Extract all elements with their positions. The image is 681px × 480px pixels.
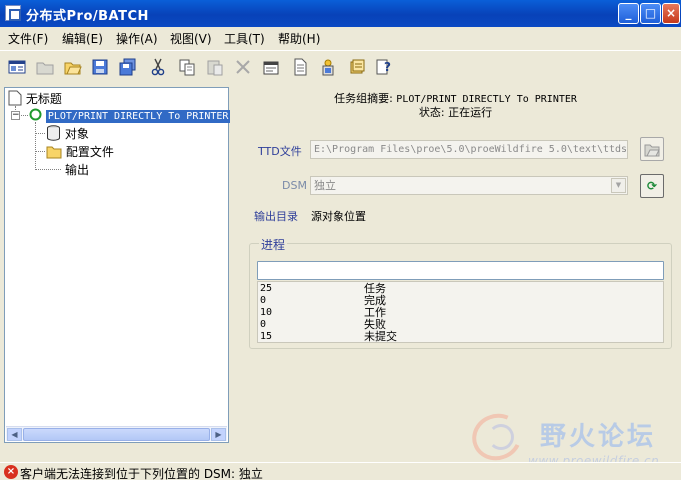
app-icon[interactable]: [5, 5, 21, 21]
menu-view[interactable]: 视图(V): [170, 30, 212, 47]
tree-item-label: 输出: [65, 163, 90, 177]
scroll-right-button[interactable]: ▶: [211, 428, 226, 441]
scroll-thumb[interactable]: [23, 428, 210, 441]
document-icon: [8, 90, 22, 106]
stat-count: 10: [260, 307, 273, 318]
stat-count: 0: [260, 319, 267, 330]
copy-icon[interactable]: [177, 57, 197, 77]
title-bar[interactable]: 分布式Pro/BATCH _ □ ×: [0, 0, 681, 27]
ttd-label: TTD文件: [258, 145, 302, 158]
stats-list: 25 任务 0 完成 10 工作 0 失败 15 未提交: [257, 281, 664, 343]
collapse-toggle[interactable]: −: [11, 111, 20, 120]
tree-item-label: 对象: [64, 127, 89, 141]
menu-help[interactable]: 帮助(H): [278, 30, 320, 47]
status-circle-icon: [29, 108, 42, 121]
delete-icon[interactable]: [233, 57, 253, 77]
help-icon[interactable]: ?: [374, 57, 394, 77]
tree-item-config[interactable]: 配置文件: [46, 143, 114, 160]
details-panel: 任务组摘要: PLOT/PRINT DIRECTLY To PRINTER 状态…: [230, 87, 681, 457]
menu-tools[interactable]: 工具(T): [224, 30, 265, 47]
status-message: 客户端无法连接到位于下列位置的 DSM: 独立: [20, 465, 263, 480]
progress-bar: [257, 261, 664, 280]
stat-count: 25: [260, 283, 273, 294]
watermark-title: 野火论坛: [540, 422, 657, 452]
watermark: 野火论坛 www.proewildfire.cn: [465, 406, 675, 468]
open-icon[interactable]: [63, 57, 83, 77]
tree-item-label: 配置文件: [65, 145, 114, 159]
database-icon: [47, 125, 60, 141]
dsm-value: 独立: [314, 179, 336, 192]
status-bar: × 客户端无法连接到位于下列位置的 DSM: 独立: [0, 462, 681, 480]
open-folder-icon: [644, 144, 660, 157]
save-all-icon[interactable]: [118, 57, 138, 77]
stat-name: 未提交: [364, 330, 397, 343]
status-value: 正在运行: [448, 106, 493, 119]
tree-task-node[interactable]: PLOT/PRINT DIRECTLY To PRINTER: [29, 108, 231, 123]
menu-edit[interactable]: 编辑(E): [62, 30, 103, 47]
save-icon[interactable]: [90, 57, 110, 77]
menu-bar: 文件(F) 编辑(E) 操作(A) 视图(V) 工具(T) 帮助(H): [0, 27, 681, 48]
task-tree[interactable]: 无标题 − PLOT/PRINT DIRECTLY To PRINTER 对象 …: [4, 87, 231, 443]
tree-task-label: PLOT/PRINT DIRECTLY To PRINTER: [45, 110, 231, 123]
stat-count: 0: [260, 295, 267, 306]
status-label: 状态:: [418, 106, 445, 119]
task-summary: 任务组摘要: PLOT/PRINT DIRECTLY To PRINTER 状态…: [230, 92, 681, 119]
document-icon[interactable]: [290, 57, 310, 77]
browse-folder-button[interactable]: [640, 137, 664, 161]
window-icon[interactable]: [7, 57, 27, 77]
folder-icon: [46, 146, 62, 159]
open-folder-icon[interactable]: [35, 57, 55, 77]
error-icon: ×: [4, 465, 18, 479]
toolbar: ?: [0, 50, 681, 84]
paste-icon[interactable]: [205, 57, 225, 77]
summary-value: PLOT/PRINT DIRECTLY To PRINTER: [396, 94, 577, 105]
minimize-button[interactable]: _: [618, 3, 639, 24]
stat-row: 0 完成: [258, 295, 663, 307]
tree-root[interactable]: 无标题: [8, 90, 62, 107]
close-button[interactable]: ×: [662, 3, 680, 24]
status-message-value: 独立: [238, 467, 263, 480]
progress-title: 进程: [259, 236, 288, 253]
window-title: 分布式Pro/BATCH: [26, 9, 149, 24]
menu-action[interactable]: 操作(A): [116, 30, 158, 47]
menu-file[interactable]: 文件(F): [8, 30, 48, 47]
notes-icon[interactable]: [347, 57, 367, 77]
properties-icon[interactable]: [261, 57, 281, 77]
summary-label: 任务组摘要:: [334, 92, 393, 105]
stat-row: 10 工作: [258, 307, 663, 319]
output-dir-value: 源对象位置: [311, 210, 366, 223]
tree-item-object[interactable]: 对象: [46, 125, 89, 142]
tree-item-output[interactable]: 输出: [65, 161, 89, 178]
stat-row: 25 任务: [258, 283, 663, 295]
cut-icon[interactable]: [148, 57, 168, 77]
output-dir-label: 输出目录: [254, 210, 298, 223]
run-icon[interactable]: [318, 57, 338, 77]
status-message-text: 客户端无法连接到位于下列位置的 DSM:: [20, 467, 236, 480]
dsm-label: DSM: [282, 179, 307, 192]
stat-row: 0 失败: [258, 319, 663, 331]
dsm-select[interactable]: 独立 ▼: [310, 176, 628, 195]
progress-group: 进程 25 任务 0 完成 10 工作 0 失败 15 未提交: [249, 236, 672, 349]
stat-count: 15: [260, 331, 273, 342]
tree-horizontal-scrollbar[interactable]: ◀ ▶: [6, 426, 227, 441]
chevron-down-icon[interactable]: ▼: [611, 178, 626, 193]
maximize-button[interactable]: □: [640, 3, 661, 24]
svg-text:?: ?: [384, 60, 391, 74]
ttd-file-field[interactable]: E:\Program Files\proe\5.0\proeWildfire 5…: [310, 140, 628, 159]
tree-root-label: 无标题: [25, 92, 62, 106]
refresh-icon: ⟳: [646, 179, 658, 193]
refresh-button[interactable]: ⟳: [640, 174, 664, 198]
stat-row: 15 未提交: [258, 331, 663, 343]
scroll-left-button[interactable]: ◀: [7, 428, 22, 441]
